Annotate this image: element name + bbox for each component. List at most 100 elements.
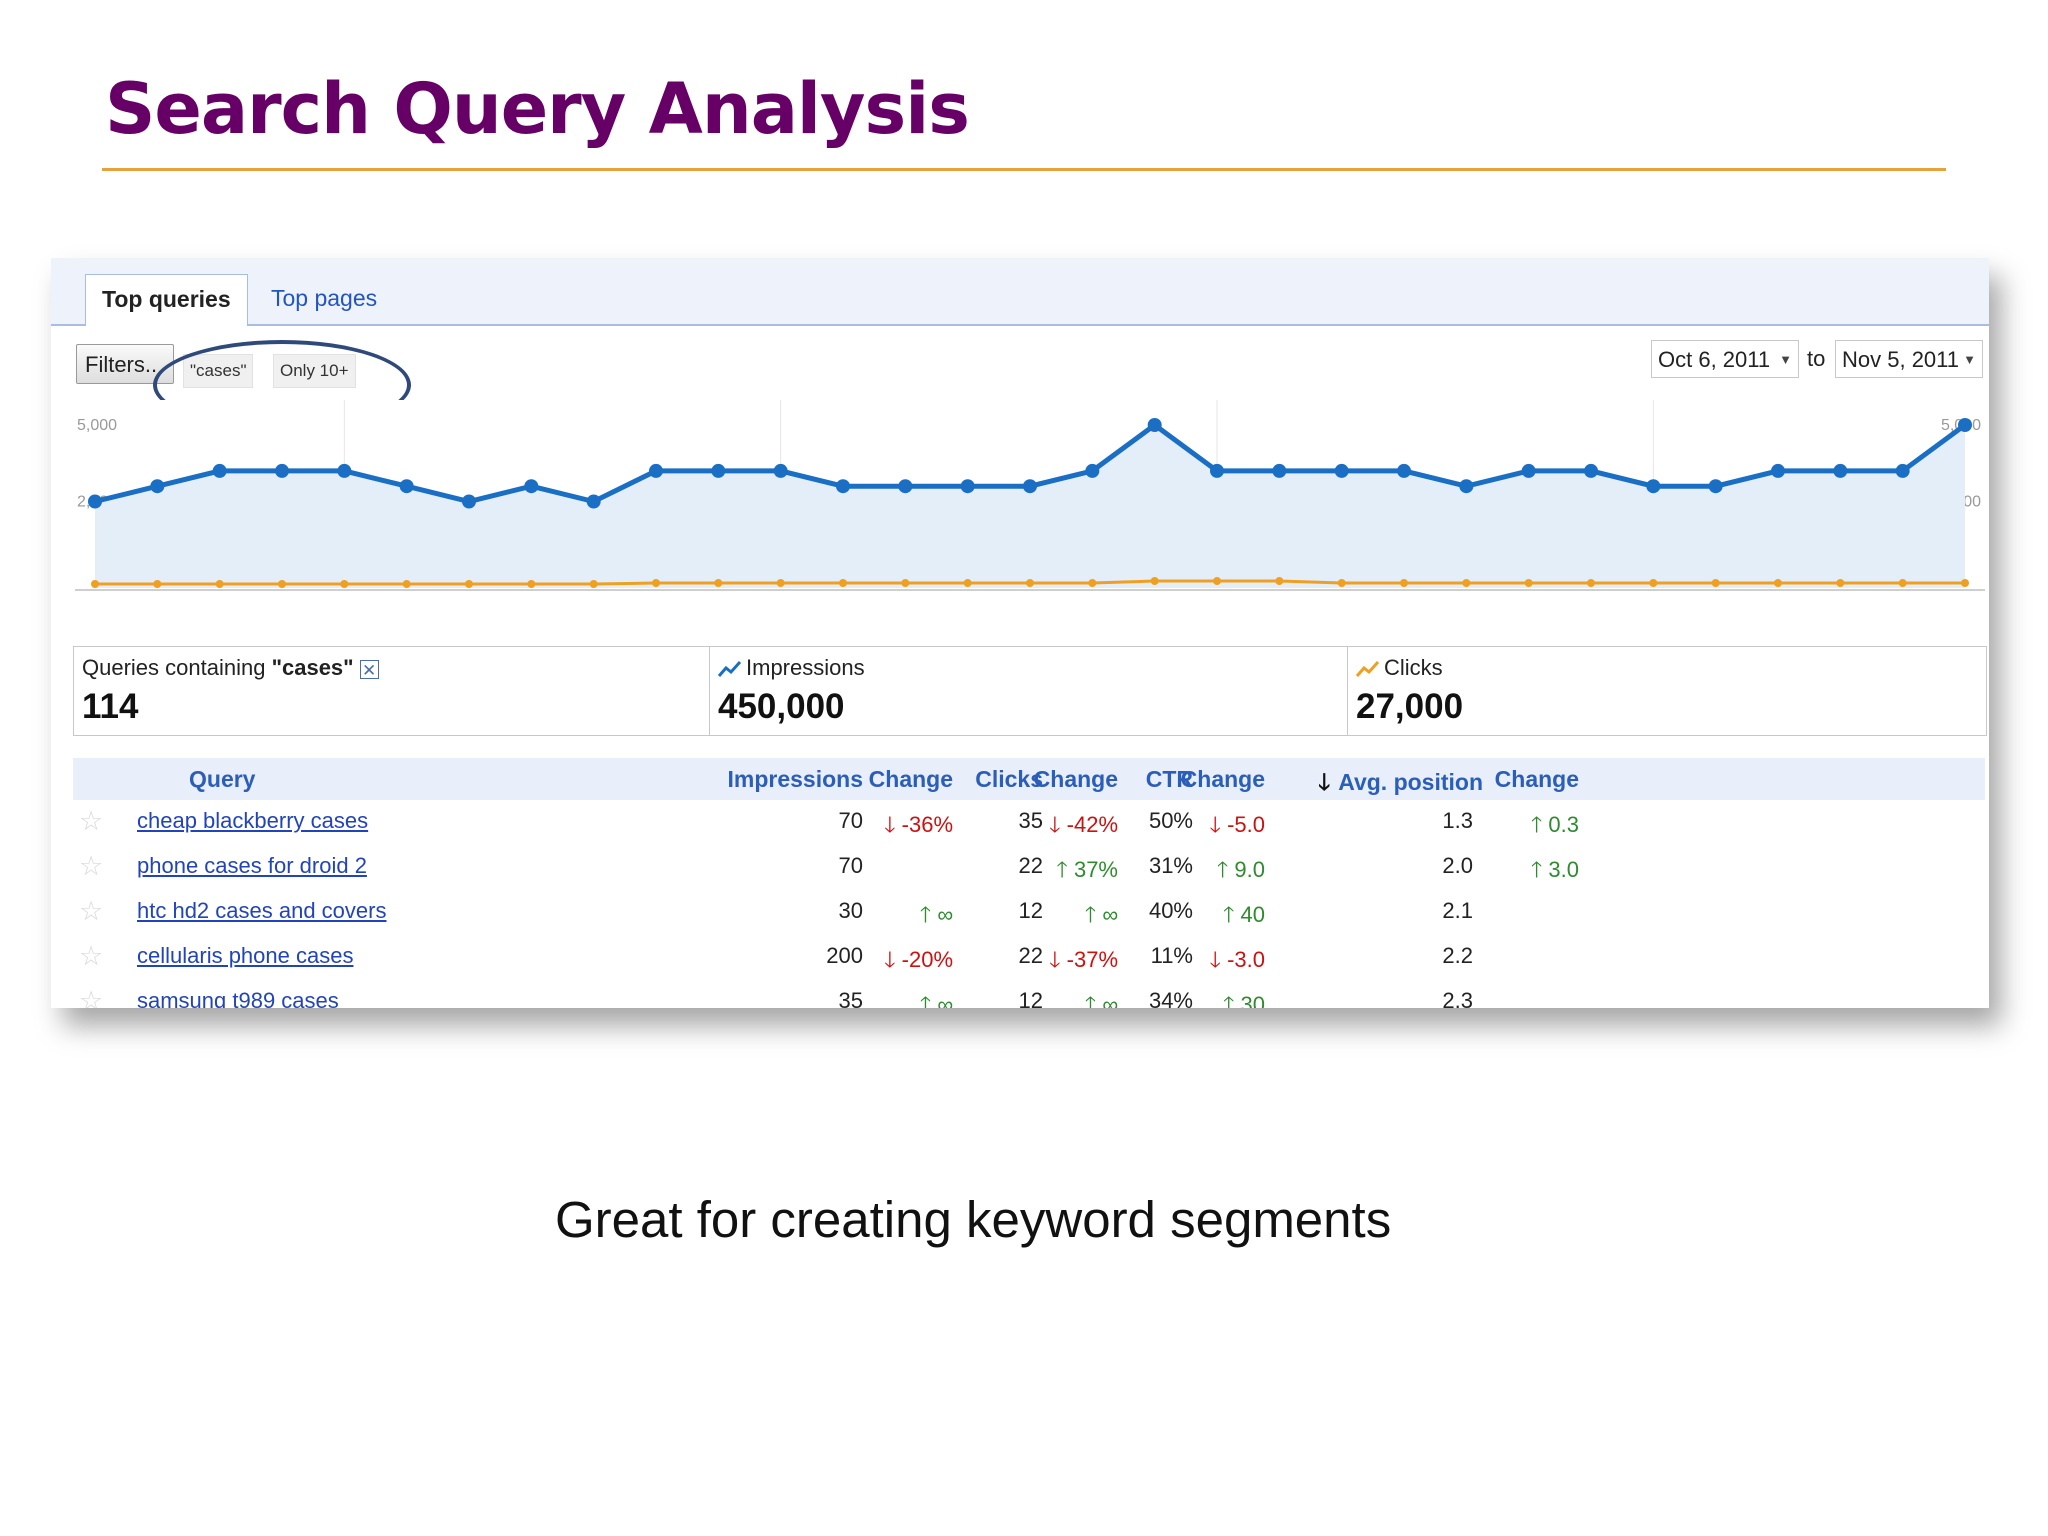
impressions-point[interactable] [1334, 463, 1349, 478]
impressions-point[interactable] [1646, 479, 1661, 494]
impressions-point[interactable] [88, 494, 102, 509]
cell-value: -5.0 [1227, 812, 1265, 837]
cell-imp-change: 🡓 -36% [853, 808, 953, 846]
clicks-point[interactable] [1524, 579, 1533, 587]
star-icon[interactable]: ☆ [79, 941, 103, 972]
query-link[interactable]: samsung t989 cases [137, 988, 339, 1008]
impressions-point[interactable] [1708, 479, 1723, 494]
impressions-point[interactable] [1833, 463, 1848, 478]
impressions-point[interactable] [1085, 463, 1100, 478]
clicks-point[interactable] [1213, 577, 1221, 585]
close-icon[interactable]: ✕ [359, 659, 379, 680]
cell-ctr-change: 🡓 -3.0 [1173, 943, 1266, 981]
clicks-point[interactable] [215, 580, 224, 588]
clicks-summary[interactable]: Clicks 27,000 [1348, 647, 1986, 735]
clicks-point[interactable] [1836, 579, 1845, 587]
clicks-point[interactable] [1711, 579, 1720, 587]
cell-value: 1.3 [1442, 808, 1473, 833]
impressions-point[interactable] [649, 463, 663, 478]
cell-value: ∞ [937, 992, 953, 1008]
impressions-point[interactable] [399, 479, 414, 494]
arrow-up-icon: 🡑 [1084, 902, 1097, 927]
clicks-point[interactable] [1275, 577, 1284, 585]
clicks-point[interactable] [1587, 579, 1595, 587]
clicks-point[interactable] [589, 580, 598, 588]
tab-top-queries[interactable]: Top queries [85, 274, 248, 326]
impressions-point[interactable] [275, 463, 289, 478]
clicks-point[interactable] [714, 579, 723, 587]
clicks-point[interactable] [963, 579, 972, 587]
clicks-point[interactable] [839, 579, 847, 587]
cell-value: 40 [1240, 902, 1265, 927]
impressions-point[interactable] [898, 479, 913, 494]
clicks-total: 27,000 [1356, 687, 1464, 726]
end-date-select[interactable]: Nov 5, 2011 ▼ [1835, 340, 1983, 378]
col-impressions-change[interactable]: Change [853, 766, 953, 793]
cell-impressions: 70 [713, 808, 863, 834]
impressions-point[interactable] [1584, 463, 1598, 478]
clicks-point[interactable] [776, 579, 785, 587]
impressions-point[interactable] [1272, 463, 1287, 478]
col-impressions[interactable]: Impressions [713, 766, 864, 793]
impressions-summary[interactable]: Impressions 450,000 [710, 647, 1348, 735]
clicks-point[interactable] [465, 580, 473, 588]
col-ctr-change[interactable]: Change [1173, 766, 1265, 793]
impressions-point[interactable] [1459, 479, 1474, 494]
col-clicks-change[interactable]: Change [1018, 766, 1118, 793]
impressions-point[interactable] [1210, 463, 1224, 478]
impressions-point[interactable] [1895, 463, 1910, 478]
clicks-point[interactable] [1462, 579, 1471, 587]
impressions-point[interactable] [836, 479, 850, 494]
impressions-point[interactable] [1147, 418, 1162, 432]
clicks-point[interactable] [1649, 579, 1658, 587]
clicks-point[interactable] [278, 580, 286, 588]
start-date-select[interactable]: Oct 6, 2011 ▼ [1651, 340, 1799, 378]
impressions-point[interactable] [1023, 479, 1037, 494]
clicks-point[interactable] [1898, 579, 1907, 587]
impressions-point[interactable] [1958, 418, 1972, 432]
impressions-point[interactable] [586, 494, 601, 509]
impressions-point[interactable] [337, 463, 352, 478]
star-icon[interactable]: ☆ [79, 851, 103, 882]
arrow-down-icon: 🡓 [884, 812, 896, 837]
impressions-point[interactable] [711, 463, 726, 478]
tab-top-pages[interactable]: Top pages [255, 274, 393, 326]
query-link[interactable]: cheap blackberry cases [137, 808, 368, 834]
queries-label: Queries containing [82, 655, 272, 680]
clicks-point[interactable] [901, 579, 910, 587]
arrow-down-icon: 🡓 [1049, 947, 1061, 972]
clicks-point[interactable] [1400, 579, 1408, 587]
impressions-point[interactable] [1771, 463, 1785, 478]
clicks-point[interactable] [1337, 579, 1346, 587]
arrow-down-icon: 🡓 [1209, 947, 1221, 972]
impressions-point[interactable] [524, 479, 539, 494]
cell-value: -3.0 [1227, 947, 1265, 972]
col-position-change[interactable]: Change [1473, 766, 1579, 793]
impressions-point[interactable] [212, 463, 227, 478]
star-icon[interactable]: ☆ [79, 806, 103, 837]
star-icon[interactable]: ☆ [79, 896, 103, 927]
impressions-point[interactable] [960, 479, 975, 494]
clicks-point[interactable] [1774, 579, 1782, 587]
query-link[interactable]: htc hd2 cases and covers [137, 898, 386, 924]
impressions-point[interactable] [150, 479, 165, 494]
clicks-point[interactable] [652, 579, 660, 587]
clicks-point[interactable] [340, 580, 349, 588]
clicks-point[interactable] [1026, 579, 1034, 587]
arrow-down-icon: 🡓 [1049, 812, 1061, 837]
star-icon[interactable]: ☆ [79, 986, 103, 1008]
impressions-point[interactable] [462, 494, 476, 509]
clicks-point[interactable] [402, 580, 411, 588]
col-query[interactable]: Query [189, 766, 255, 793]
clicks-point[interactable] [1150, 577, 1159, 585]
clicks-point[interactable] [153, 580, 162, 588]
clicks-point[interactable] [91, 580, 99, 588]
impressions-point[interactable] [773, 463, 788, 478]
clicks-point[interactable] [1961, 579, 1969, 587]
impressions-point[interactable] [1397, 463, 1411, 478]
impressions-point[interactable] [1521, 463, 1536, 478]
clicks-point[interactable] [527, 580, 536, 588]
clicks-point[interactable] [1088, 579, 1097, 587]
query-link[interactable]: phone cases for droid 2 [137, 853, 367, 879]
query-link[interactable]: cellularis phone cases [137, 943, 353, 969]
